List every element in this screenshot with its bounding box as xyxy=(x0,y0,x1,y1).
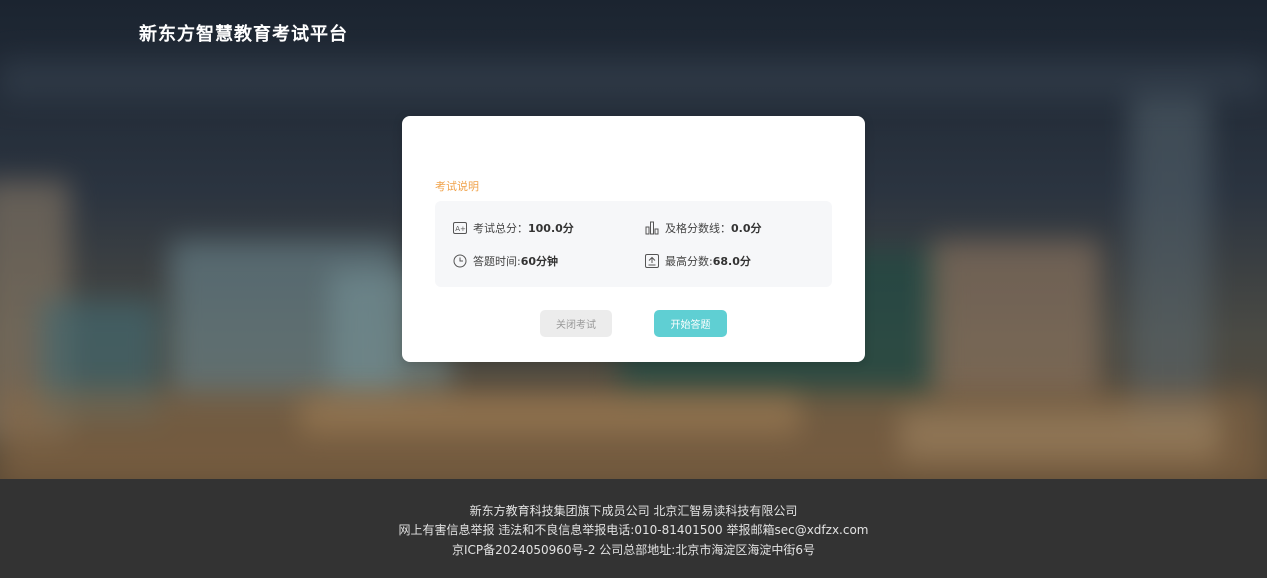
highest-score-value: 68.0分 xyxy=(712,255,751,268)
start-answering-button[interactable]: 开始答题 xyxy=(654,310,727,337)
highest-score-label: 最高分数: xyxy=(665,255,713,268)
total-score-value: 100.0分 xyxy=(528,222,574,235)
pass-line-value: 0.0分 xyxy=(731,222,762,235)
footer-icp-line: 京ICP备2024050960号-2 公司总部地址:北京市海淀区海淀中街6号 xyxy=(452,543,815,557)
platform-title: 新东方智慧教育考试平台 xyxy=(139,24,348,45)
bar-chart-icon xyxy=(645,221,659,235)
footer-report-line: 网上有害信息举报 违法和不良信息举报电话:010-81401500 举报邮箱se… xyxy=(398,523,869,537)
upload-box-icon xyxy=(645,254,659,268)
pass-line-label: 及格分数线： xyxy=(665,222,731,235)
footer: 新东方教育科技集团旗下成员公司 北京汇智易读科技有限公司 网上有害信息举报 违法… xyxy=(0,479,1267,578)
svg-text:A+: A+ xyxy=(455,225,466,233)
grade-a-plus-icon: A+ xyxy=(453,221,467,235)
footer-company-line: 新东方教育科技集团旗下成员公司 北京汇智易读科技有限公司 xyxy=(469,504,798,518)
total-score-item: A+ 考试总分： 100.0分 xyxy=(453,220,574,236)
highest-score-item: 最高分数: 68.0分 xyxy=(645,253,751,269)
answer-time-label: 答题时间: xyxy=(473,255,521,268)
close-exam-button[interactable]: 关闭考试 xyxy=(540,310,612,337)
total-score-label: 考试总分： xyxy=(473,222,528,235)
pass-line-item: 及格分数线： 0.0分 xyxy=(645,220,762,236)
clock-icon xyxy=(453,254,467,268)
exam-info-box: A+ 考试总分： 100.0分 及格分数线： 0.0分 答题时间: 60分钟 最… xyxy=(435,201,832,287)
exam-instructions-heading: 考试说明 xyxy=(435,180,479,193)
answer-time-value: 60分钟 xyxy=(520,255,559,268)
answer-time-item: 答题时间: 60分钟 xyxy=(453,253,558,269)
exam-info-dialog: 考试说明 A+ 考试总分： 100.0分 及格分数线： 0.0分 答题时间: 6… xyxy=(402,116,865,362)
